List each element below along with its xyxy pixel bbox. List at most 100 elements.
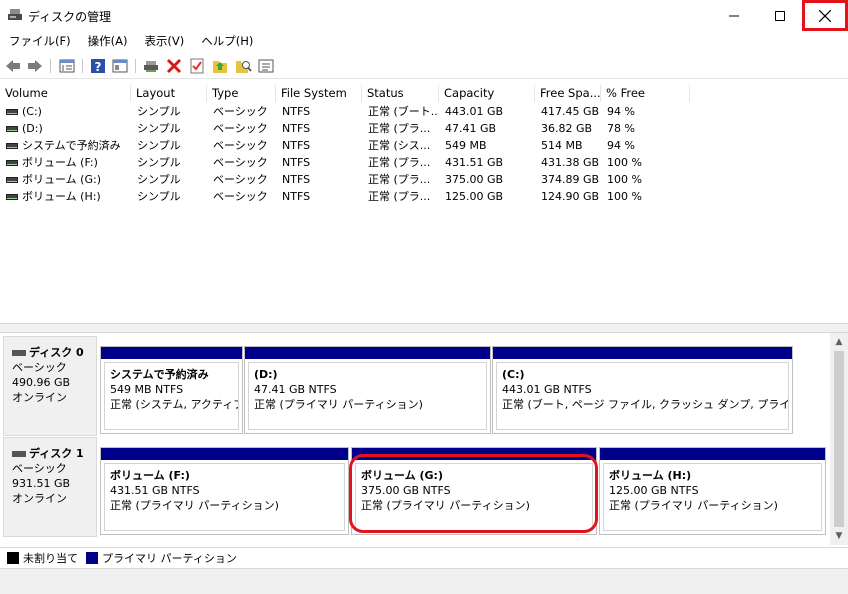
- table-row[interactable]: ボリューム (G:) シンプル ベーシック NTFS 正常 (プラ... 375.00 G…: [0, 171, 848, 188]
- partition-name: (D:): [254, 368, 278, 381]
- check-icon[interactable]: [188, 57, 206, 75]
- pane-splitter[interactable]: [0, 323, 848, 333]
- cell-percent-free: 78 %: [607, 122, 635, 135]
- cell-type: ベーシック: [213, 173, 268, 186]
- scroll-thumb[interactable]: [834, 351, 844, 527]
- close-icon: [819, 9, 831, 22]
- partition-bar: [493, 347, 792, 359]
- view-icon[interactable]: [257, 57, 275, 75]
- cell-percent-free: 94 %: [607, 139, 635, 152]
- toolbar-separator: [135, 59, 136, 73]
- scroll-down-icon[interactable]: ▼: [834, 531, 844, 541]
- disk-size: 931.51 GB: [12, 477, 71, 490]
- legend-swatch-primary: [86, 551, 98, 564]
- cell-layout: シンプル: [137, 105, 181, 118]
- partition-d[interactable]: (D:) 47.41 GB NTFS 正常 (プライマリ パーティション): [244, 346, 491, 434]
- column-header-capacity[interactable]: Capacity: [439, 85, 535, 102]
- table-row[interactable]: ボリューム (F:) シンプル ベーシック NTFS 正常 (プラ... 431.51 G…: [0, 154, 848, 171]
- legend-item-unallocated: 未割り当て: [7, 550, 78, 566]
- cell-percent-free: 94 %: [607, 105, 635, 118]
- column-header-type[interactable]: Type: [207, 85, 276, 102]
- cell-free-space: 374.89 GB: [541, 173, 600, 186]
- properties-grid-icon[interactable]: [58, 57, 76, 75]
- highlight-annotation: [349, 454, 598, 533]
- help-icon[interactable]: ?: [89, 57, 107, 75]
- toolbar-separator: [50, 59, 51, 73]
- console-tree-icon[interactable]: [111, 57, 129, 75]
- cell-capacity: 125.00 GB: [445, 190, 504, 203]
- partition-h[interactable]: ボリューム (H:) 125.00 GB NTFS 正常 (プライマリ パーティ…: [599, 447, 826, 535]
- legend-label: 未割り当て: [23, 551, 78, 565]
- forward-arrow-icon[interactable]: [26, 57, 44, 75]
- table-row[interactable]: (D:) シンプル ベーシック NTFS 正常 (プラ... 47.41 GB 36.82 …: [0, 120, 848, 137]
- legend-item-primary: プライマリ パーティション: [86, 550, 237, 566]
- volume-name: ボリューム (F:): [22, 156, 98, 169]
- partition-bar: [101, 448, 348, 460]
- disk-label-0[interactable]: ディスク 0 ベーシック 490.96 GB オンライン: [3, 336, 97, 436]
- cell-file-system: NTFS: [282, 139, 311, 152]
- cell-type: ベーシック: [213, 156, 268, 169]
- partition-status: 正常 (プライマリ パーティション): [609, 499, 778, 512]
- partition-c[interactable]: (C:) 443.01 GB NTFS 正常 (ブート, ページ ファイル, ク…: [492, 346, 793, 434]
- cell-volume: ボリューム (G:): [0, 171, 125, 188]
- column-header-free-space[interactable]: Free Spa...: [535, 85, 601, 102]
- menu-view[interactable]: 表示(V): [135, 31, 192, 51]
- cell-status: 正常 (ブート...: [368, 105, 439, 118]
- back-arrow-icon[interactable]: [4, 57, 22, 75]
- partition-body: ボリューム (H:) 125.00 GB NTFS 正常 (プライマリ パーティ…: [603, 463, 822, 531]
- close-button[interactable]: [802, 0, 848, 31]
- list-header: Volume Layout Type File System Status Ca…: [0, 85, 848, 102]
- disk-management-app-icon: [8, 9, 22, 20]
- column-header-volume[interactable]: Volume: [0, 85, 131, 102]
- vertical-scrollbar[interactable]: ▲ ▼: [830, 333, 848, 545]
- partition-bar: [101, 347, 242, 359]
- maximize-button[interactable]: [757, 0, 803, 31]
- drive-icon: [6, 159, 18, 166]
- partition-name: (C:): [502, 368, 525, 381]
- menu-action[interactable]: 操作(A): [79, 31, 136, 51]
- column-header-status[interactable]: Status: [362, 85, 439, 102]
- search-folder-icon[interactable]: [234, 57, 252, 75]
- cell-free-space: 36.82 GB: [541, 122, 593, 135]
- partition-body: (C:) 443.01 GB NTFS 正常 (ブート, ページ ファイル, ク…: [496, 362, 789, 430]
- drive-icon: [6, 193, 18, 200]
- table-row[interactable]: システムで予約済み シンプル ベーシック NTFS 正常 (シス... 549 MB 514…: [0, 137, 848, 154]
- folder-up-icon[interactable]: [211, 57, 229, 75]
- partition-size: 47.41 GB NTFS: [254, 383, 337, 396]
- drive-icon: [6, 108, 18, 115]
- disk-label-1[interactable]: ディスク 1 ベーシック 931.51 GB オンライン: [3, 437, 97, 537]
- menu-help[interactable]: ヘルプ(H): [192, 31, 261, 51]
- cell-capacity: 549 MB: [445, 139, 487, 152]
- scroll-up-icon[interactable]: ▲: [834, 337, 844, 347]
- table-row[interactable]: (C:) シンプル ベーシック NTFS 正常 (ブート... 443.01 GB 417.…: [0, 103, 848, 120]
- cell-free-space: 431.38 GB: [541, 156, 600, 169]
- drive-icon: [6, 125, 18, 132]
- cell-volume: ボリューム (F:): [0, 154, 125, 171]
- table-row[interactable]: ボリューム (H:) シンプル ベーシック NTFS 正常 (プラ... 125.00 G…: [0, 188, 848, 205]
- cell-volume: (D:): [0, 120, 125, 137]
- menu-file[interactable]: ファイル(F): [0, 31, 79, 51]
- column-header-layout[interactable]: Layout: [131, 85, 207, 102]
- column-header-percent-free[interactable]: % Free: [601, 85, 690, 102]
- partition-name: ボリューム (F:): [110, 469, 190, 482]
- menu-bar: ファイル(F) 操作(A) 表示(V) ヘルプ(H): [0, 31, 848, 51]
- volume-name: ボリューム (H:): [22, 190, 101, 203]
- partition-f[interactable]: ボリューム (F:) 431.51 GB NTFS 正常 (プライマリ パーティ…: [100, 447, 349, 535]
- cell-capacity: 47.41 GB: [445, 122, 497, 135]
- partition-system-reserved[interactable]: システムで予約済み 549 MB NTFS 正常 (システム, アクティブ, プ: [100, 346, 243, 434]
- cell-free-space: 124.90 GB: [541, 190, 600, 203]
- column-header-file-system[interactable]: File System: [276, 85, 362, 102]
- connect-icon[interactable]: [142, 57, 160, 75]
- cell-volume: システムで予約済み: [0, 137, 125, 154]
- cell-volume: (C:): [0, 103, 125, 120]
- partition-bar: [245, 347, 490, 359]
- cell-layout: シンプル: [137, 173, 181, 186]
- disk-type: ベーシック: [12, 361, 67, 374]
- toolbar: ?: [0, 53, 848, 79]
- delete-icon[interactable]: [165, 57, 183, 75]
- cell-status: 正常 (プラ...: [368, 190, 431, 203]
- cell-status: 正常 (シス...: [368, 139, 431, 152]
- partition-name: ボリューム (H:): [609, 469, 692, 482]
- minimize-button[interactable]: [711, 0, 757, 31]
- cell-status: 正常 (プラ...: [368, 173, 431, 186]
